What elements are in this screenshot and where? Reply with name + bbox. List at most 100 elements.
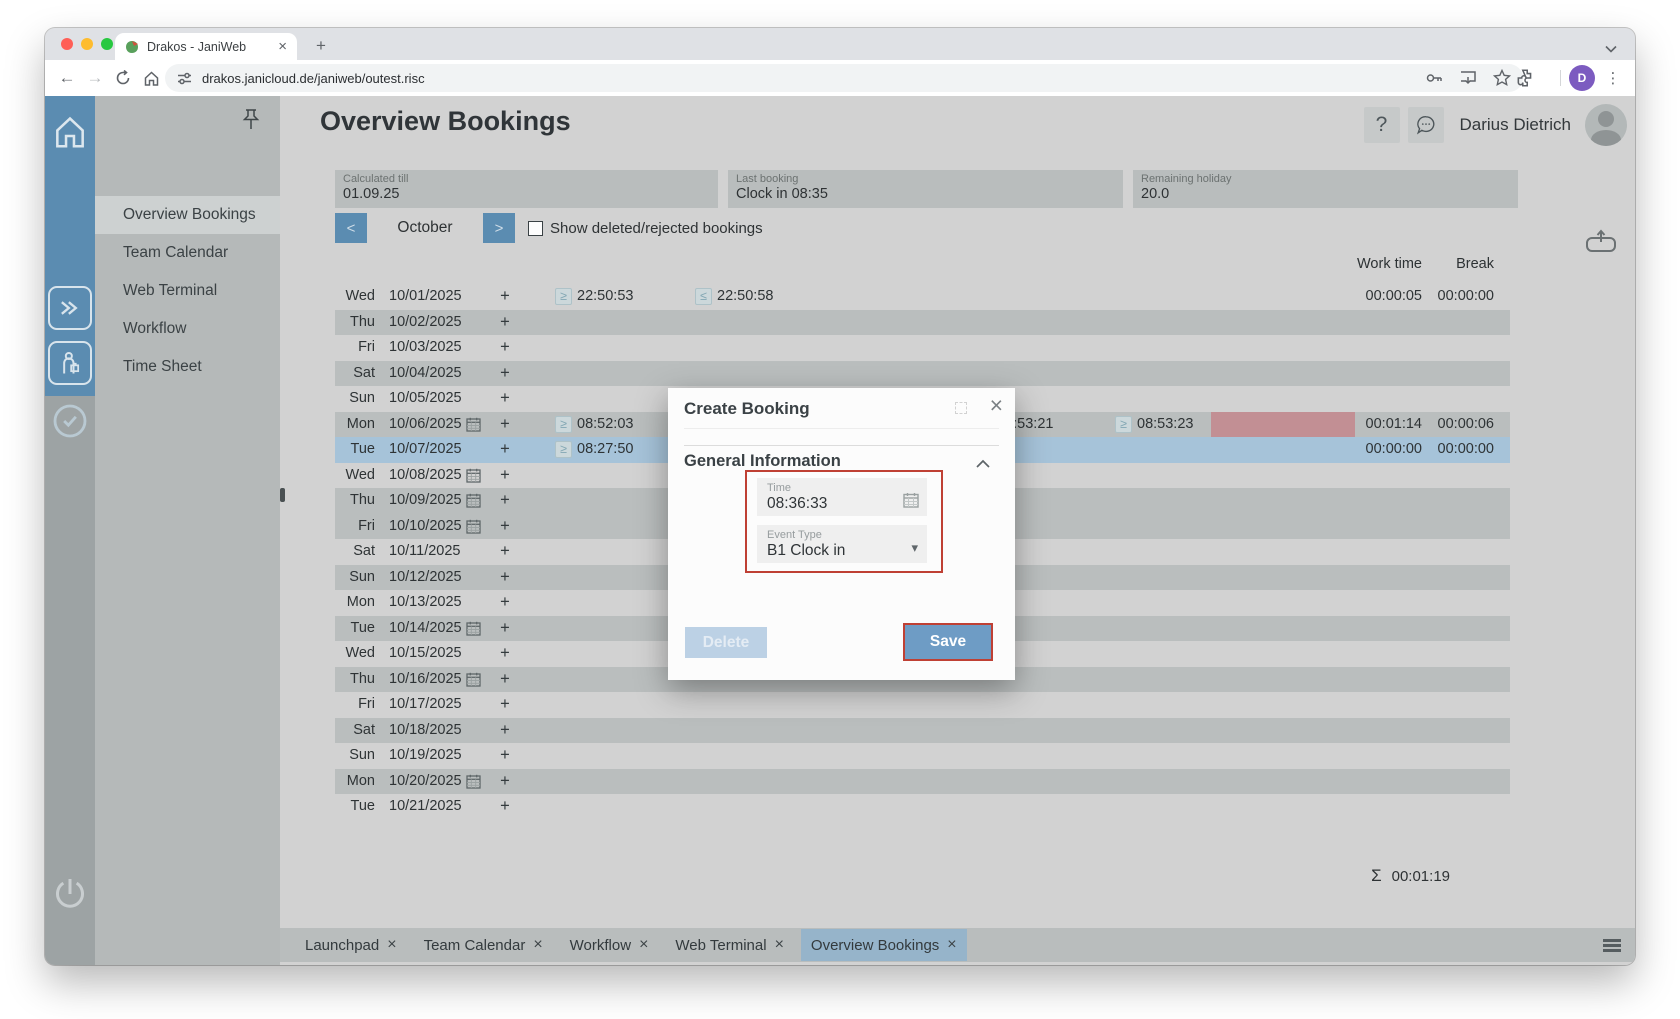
address-bar[interactable]: drakos.janicloud.de/janiweb/outest.risc bbox=[165, 64, 1523, 92]
module-tab-web-terminal[interactable]: Web Terminal× bbox=[665, 929, 794, 961]
clock-in-booking[interactable]: ≥08:27:50 bbox=[555, 437, 633, 463]
minimize-window-button[interactable] bbox=[81, 38, 93, 50]
forward-button[interactable]: → bbox=[81, 64, 109, 92]
clock-in-booking[interactable]: ≥08:52:03 bbox=[555, 412, 633, 438]
add-booking-button[interactable]: + bbox=[497, 539, 513, 565]
zoom-window-button[interactable] bbox=[101, 38, 113, 50]
module-tab-launchpad[interactable]: Launchpad× bbox=[295, 929, 407, 961]
add-booking-button[interactable]: + bbox=[497, 437, 513, 463]
booking-row-10-03-2025[interactable]: Fri10/03/2025+ bbox=[335, 335, 1510, 361]
row-calendar-icon[interactable] bbox=[466, 417, 481, 432]
module-tab-workflow[interactable]: Workflow× bbox=[560, 929, 659, 961]
extensions-puzzle-icon[interactable] bbox=[1515, 64, 1535, 92]
dropdown-arrow-icon[interactable]: ▾ bbox=[911, 540, 918, 556]
clock-in-booking[interactable]: ≥08:53:23 bbox=[1115, 412, 1193, 438]
show-deleted-checkbox[interactable] bbox=[528, 221, 543, 236]
collapse-chevron-icon[interactable] bbox=[975, 459, 991, 469]
save-button[interactable]: Save bbox=[905, 625, 991, 659]
launchpad-home-icon[interactable] bbox=[51, 112, 89, 152]
export-icon[interactable] bbox=[1585, 228, 1619, 254]
row-calendar-icon[interactable] bbox=[466, 493, 481, 508]
add-booking-button[interactable]: + bbox=[497, 667, 513, 693]
reload-button[interactable] bbox=[109, 64, 137, 92]
general-information-section[interactable]: General Information bbox=[684, 452, 841, 471]
booking-row-10-02-2025[interactable]: Thu10/02/2025+ bbox=[335, 310, 1510, 336]
new-tab-button[interactable]: + bbox=[309, 35, 333, 59]
web-terminal-icon[interactable] bbox=[48, 286, 92, 330]
tab-search-chevron-icon[interactable] bbox=[1605, 40, 1617, 58]
install-app-icon[interactable] bbox=[1459, 69, 1477, 87]
tab-close-icon[interactable]: × bbox=[278, 38, 287, 55]
error-booking-cell[interactable] bbox=[1211, 412, 1355, 438]
site-settings-icon[interactable] bbox=[177, 71, 192, 86]
add-booking-button[interactable]: + bbox=[497, 412, 513, 438]
module-tab-close-icon[interactable]: × bbox=[533, 936, 542, 954]
clock-in-booking[interactable]: ≥22:50:53 bbox=[555, 284, 633, 310]
row-calendar-icon[interactable] bbox=[466, 519, 481, 534]
add-booking-button[interactable]: + bbox=[497, 386, 513, 412]
module-tab-close-icon[interactable]: × bbox=[639, 936, 648, 954]
time-field[interactable]: Time 08:36:33 bbox=[757, 478, 927, 516]
add-booking-button[interactable]: + bbox=[497, 488, 513, 514]
user-avatar[interactable] bbox=[1585, 104, 1627, 146]
next-month-button[interactable]: > bbox=[483, 213, 515, 243]
previous-month-button[interactable]: < bbox=[335, 213, 367, 243]
module-tab-close-icon[interactable]: × bbox=[775, 936, 784, 954]
add-booking-button[interactable]: + bbox=[497, 590, 513, 616]
add-booking-button[interactable]: + bbox=[497, 718, 513, 744]
booking-row-10-01-2025[interactable]: Wed10/01/2025+≥22:50:53≤22:50:5800:00:05… bbox=[335, 284, 1510, 310]
splitter-handle[interactable] bbox=[280, 488, 285, 502]
row-calendar-icon[interactable] bbox=[466, 672, 481, 687]
back-button[interactable]: ← bbox=[53, 64, 81, 92]
add-booking-button[interactable]: + bbox=[497, 361, 513, 387]
add-booking-button[interactable]: + bbox=[497, 463, 513, 489]
browser-tab[interactable]: Drakos - JaniWeb × bbox=[115, 33, 297, 60]
time-clock-icon[interactable] bbox=[50, 401, 90, 441]
event-type-select[interactable]: Event Type B1 Clock in ▾ bbox=[757, 525, 927, 563]
add-booking-button[interactable]: + bbox=[497, 743, 513, 769]
help-button[interactable]: ? bbox=[1364, 107, 1400, 143]
booking-row-10-20-2025[interactable]: Mon10/20/2025+ bbox=[335, 769, 1510, 795]
add-booking-button[interactable]: + bbox=[497, 641, 513, 667]
add-booking-button[interactable]: + bbox=[497, 616, 513, 642]
add-booking-button[interactable]: + bbox=[497, 794, 513, 820]
add-booking-button[interactable]: + bbox=[497, 284, 513, 310]
add-booking-button[interactable]: + bbox=[497, 565, 513, 591]
add-booking-button[interactable]: + bbox=[497, 692, 513, 718]
module-tab-overview-bookings[interactable]: Overview Bookings× bbox=[801, 929, 967, 961]
sidebar-item-workflow[interactable]: Workflow bbox=[95, 310, 280, 348]
logout-power-icon[interactable] bbox=[50, 874, 90, 914]
hr-person-icon[interactable] bbox=[48, 341, 92, 385]
module-tab-close-icon[interactable]: × bbox=[387, 936, 396, 954]
sidebar-item-overview-bookings[interactable]: Overview Bookings bbox=[95, 196, 280, 234]
add-booking-button[interactable]: + bbox=[497, 335, 513, 361]
password-key-icon[interactable] bbox=[1425, 69, 1443, 87]
booking-row-10-17-2025[interactable]: Fri10/17/2025+ bbox=[335, 692, 1510, 718]
browser-profile-avatar[interactable]: D bbox=[1569, 65, 1595, 91]
booking-row-10-19-2025[interactable]: Sun10/19/2025+ bbox=[335, 743, 1510, 769]
sidebar-item-team-calendar[interactable]: Team Calendar bbox=[95, 234, 280, 272]
module-tab-team-calendar[interactable]: Team Calendar× bbox=[414, 929, 553, 961]
close-window-button[interactable] bbox=[61, 38, 73, 50]
row-calendar-icon[interactable] bbox=[466, 468, 481, 483]
tabbar-menu-icon[interactable] bbox=[1603, 939, 1621, 954]
clock-out-booking[interactable]: ≤22:50:58 bbox=[695, 284, 773, 310]
close-dialog-icon[interactable]: × bbox=[990, 392, 1003, 419]
sidebar-item-time-sheet[interactable]: Time Sheet bbox=[95, 348, 280, 386]
booking-row-10-04-2025[interactable]: Sat10/04/2025+ bbox=[335, 361, 1510, 387]
module-tab-close-icon[interactable]: × bbox=[947, 936, 956, 954]
row-calendar-icon[interactable] bbox=[466, 621, 481, 636]
add-booking-button[interactable]: + bbox=[497, 769, 513, 795]
pin-icon[interactable] bbox=[240, 108, 262, 132]
time-picker-calendar-icon[interactable] bbox=[903, 492, 919, 508]
bookmark-star-icon[interactable] bbox=[1493, 69, 1511, 87]
sidebar-item-web-terminal[interactable]: Web Terminal bbox=[95, 272, 280, 310]
row-calendar-icon[interactable] bbox=[466, 774, 481, 789]
browser-menu-icon[interactable]: ⋮ bbox=[1603, 64, 1623, 92]
maximize-dialog-icon[interactable] bbox=[955, 402, 967, 414]
booking-row-10-21-2025[interactable]: Tue10/21/2025+ bbox=[335, 794, 1510, 820]
chat-button[interactable] bbox=[1408, 107, 1444, 143]
home-button[interactable] bbox=[137, 64, 165, 92]
add-booking-button[interactable]: + bbox=[497, 514, 513, 540]
booking-row-10-18-2025[interactable]: Sat10/18/2025+ bbox=[335, 718, 1510, 744]
